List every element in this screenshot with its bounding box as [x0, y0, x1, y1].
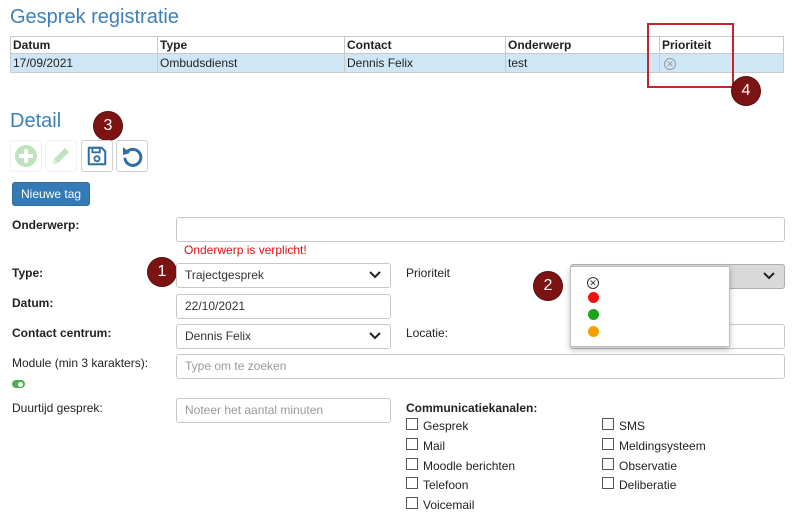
prioriteit-option-green[interactable] [588, 309, 599, 320]
plus-circle-icon [15, 145, 37, 167]
type-label: Type: [12, 266, 44, 280]
undo-button[interactable] [116, 140, 148, 172]
undo-icon [123, 147, 143, 167]
cell-type: Ombudsdienst [158, 54, 345, 72]
checkbox-label: Mail [423, 439, 446, 453]
checkbox-gesprek[interactable] [406, 418, 418, 430]
module-search-input[interactable]: Type om te zoeken [176, 354, 785, 379]
onderwerp-label: Onderwerp: [12, 218, 80, 232]
prioriteit-option-orange[interactable] [588, 326, 599, 337]
column-header-contact[interactable]: Contact [345, 37, 506, 53]
column-header-datum[interactable]: Datum [11, 37, 158, 53]
datum-input[interactable]: 22/10/2021 [176, 294, 391, 319]
checkbox-label: Observatie [619, 459, 678, 473]
module-label: Module (min 3 karakters): [12, 356, 149, 370]
checkbox-label: SMS [619, 419, 646, 433]
type-select[interactable]: Trajectgesprek [176, 263, 391, 288]
edit-button[interactable] [45, 140, 77, 172]
checkbox-sms[interactable] [602, 418, 614, 430]
x-circle-icon: ✕ [587, 276, 599, 289]
duurtijd-label: Duurtijd gesprek: [12, 401, 103, 415]
chevron-down-icon [369, 271, 381, 279]
checkbox-label: Deliberatie [619, 478, 677, 492]
cell-datum: 17/09/2021 [11, 54, 158, 72]
cell-onderwerp: test [506, 54, 660, 72]
annotation-badge-4: 4 [732, 77, 760, 105]
checkbox-observatie[interactable] [602, 458, 614, 470]
contact-centrum-label: Contact centrum: [12, 326, 112, 340]
checkbox-mail[interactable] [406, 438, 418, 450]
onderwerp-error: Onderwerp is verplicht! [184, 243, 307, 257]
registratie-title: Gesprek registratie [10, 6, 179, 28]
checkbox-label: Meldingsysteem [619, 439, 706, 453]
prioriteit-label: Prioriteit [406, 266, 451, 280]
annotation-badge-3: 3 [94, 112, 122, 140]
checkbox-moodle-berichten[interactable] [406, 458, 418, 470]
checkbox-label: Voicemail [423, 498, 475, 512]
locatie-label: Locatie: [406, 326, 449, 340]
checkbox-telefoon[interactable] [406, 477, 418, 489]
prioriteit-option-none[interactable]: ✕ [587, 275, 599, 289]
floppy-disk-icon [87, 146, 107, 166]
annotation-badge-2: 2 [534, 272, 562, 300]
checkbox-label: Moodle berichten [423, 459, 516, 473]
contact-centrum-select[interactable]: Dennis Felix [176, 324, 391, 349]
checkbox-label: Telefoon [423, 478, 469, 492]
contact-centrum-value: Dennis Felix [185, 329, 252, 343]
datum-label: Datum: [12, 296, 54, 310]
detail-title: Detail [10, 110, 62, 132]
checkbox-meldingsysteem[interactable] [602, 438, 614, 450]
prioriteit-dropdown: ✕ [570, 266, 730, 347]
onderwerp-input[interactable] [176, 217, 785, 242]
module-toggle[interactable] [12, 380, 25, 388]
save-button[interactable] [81, 140, 113, 172]
checkbox-deliberatie[interactable] [602, 477, 614, 489]
chevron-down-icon [763, 272, 775, 280]
annotation-badge-1: 1 [148, 258, 176, 286]
checkbox-label: Gesprek [423, 419, 469, 433]
duurtijd-input[interactable]: Noteer het aantal minuten [176, 398, 391, 423]
new-tag-button[interactable]: Nieuwe tag [12, 182, 91, 206]
cell-contact: Dennis Felix [345, 54, 506, 72]
add-button[interactable] [10, 140, 42, 172]
pencil-icon [53, 148, 69, 164]
prioriteit-option-red[interactable] [588, 292, 599, 303]
column-header-type[interactable]: Type [158, 37, 345, 53]
communicatiekanalen-label: Communicatiekanalen: [406, 401, 538, 415]
type-select-value: Trajectgesprek [185, 268, 264, 282]
column-header-onderwerp[interactable]: Onderwerp [506, 37, 660, 53]
checkbox-voicemail[interactable] [406, 497, 418, 509]
annotation-box [647, 23, 734, 88]
chevron-down-icon [369, 332, 381, 340]
